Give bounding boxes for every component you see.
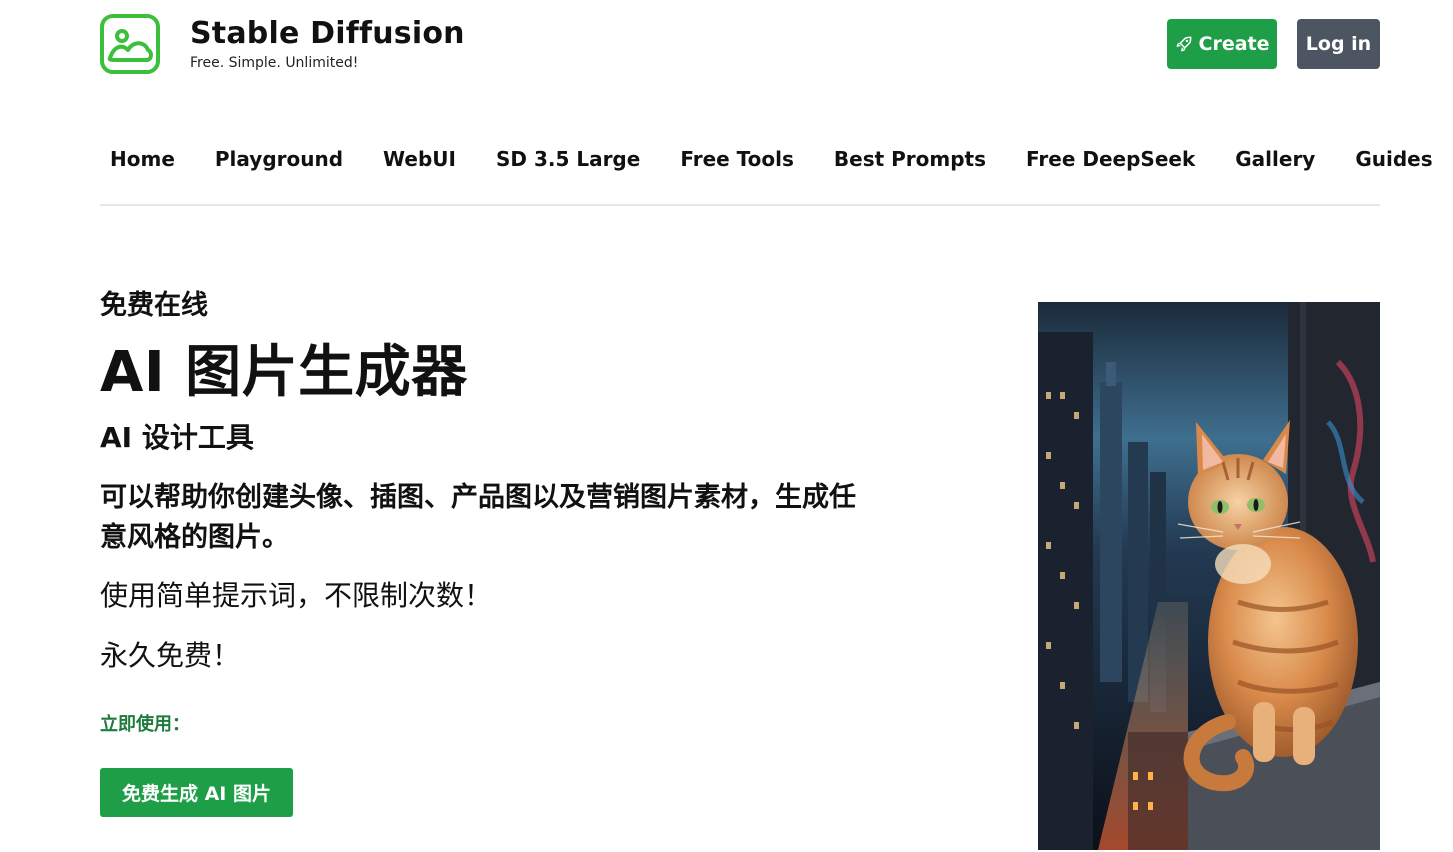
cta-label: 立即使用： (100, 714, 190, 735)
cat-on-city-ledge-image (1038, 302, 1380, 850)
create-button[interactable]: Create (1167, 19, 1277, 69)
main-nav: Home Playground WebUI SD 3.5 Large Free … (100, 132, 1433, 186)
generate-image-button[interactable]: 免费生成 AI 图片 (100, 768, 293, 817)
brand-tagline: Free. Simple. Unlimited! (190, 55, 359, 71)
nav-item-free-deepseek[interactable]: Free DeepSeek (1016, 147, 1205, 171)
nav-item-sd35-large[interactable]: SD 3.5 Large (486, 147, 650, 171)
login-button[interactable]: Log in (1297, 19, 1380, 69)
hero-section: 免费在线 AI 图片生成器 AI 设计工具 可以帮助你创建头像、插图、产品图以及… (100, 286, 900, 817)
rocket-icon (1176, 36, 1191, 52)
nav-item-playground[interactable]: Playground (205, 147, 353, 171)
logo-icon[interactable] (100, 14, 160, 74)
nav-item-best-prompts[interactable]: Best Prompts (824, 147, 996, 171)
hero-line-free: 永久免费！ (100, 639, 241, 672)
nav-item-guides[interactable]: Guides (1345, 147, 1442, 171)
create-button-label: Create (1198, 33, 1270, 55)
brand-title[interactable]: Stable Diffusion (190, 16, 465, 51)
nav-item-gallery[interactable]: Gallery (1225, 147, 1325, 171)
hero-line-prompts: 使用简单提示词，不限制次数！ (100, 579, 493, 612)
hero-description: 可以帮助你创建头像、插图、产品图以及营销图片素材，生成任意风格的图片。 (100, 482, 856, 553)
nav-item-free-tools[interactable]: Free Tools (670, 147, 804, 171)
hero-kicker: 免费在线 (100, 290, 208, 321)
nav-item-webui[interactable]: WebUI (373, 147, 466, 171)
nav-divider (100, 204, 1380, 206)
nav-item-home[interactable]: Home (100, 147, 185, 171)
hero-title: AI 图片生成器 (100, 340, 468, 405)
site-header: Stable Diffusion Free. Simple. Unlimited… (100, 14, 1380, 76)
hero-subtitle: AI 设计工具 (100, 421, 254, 454)
